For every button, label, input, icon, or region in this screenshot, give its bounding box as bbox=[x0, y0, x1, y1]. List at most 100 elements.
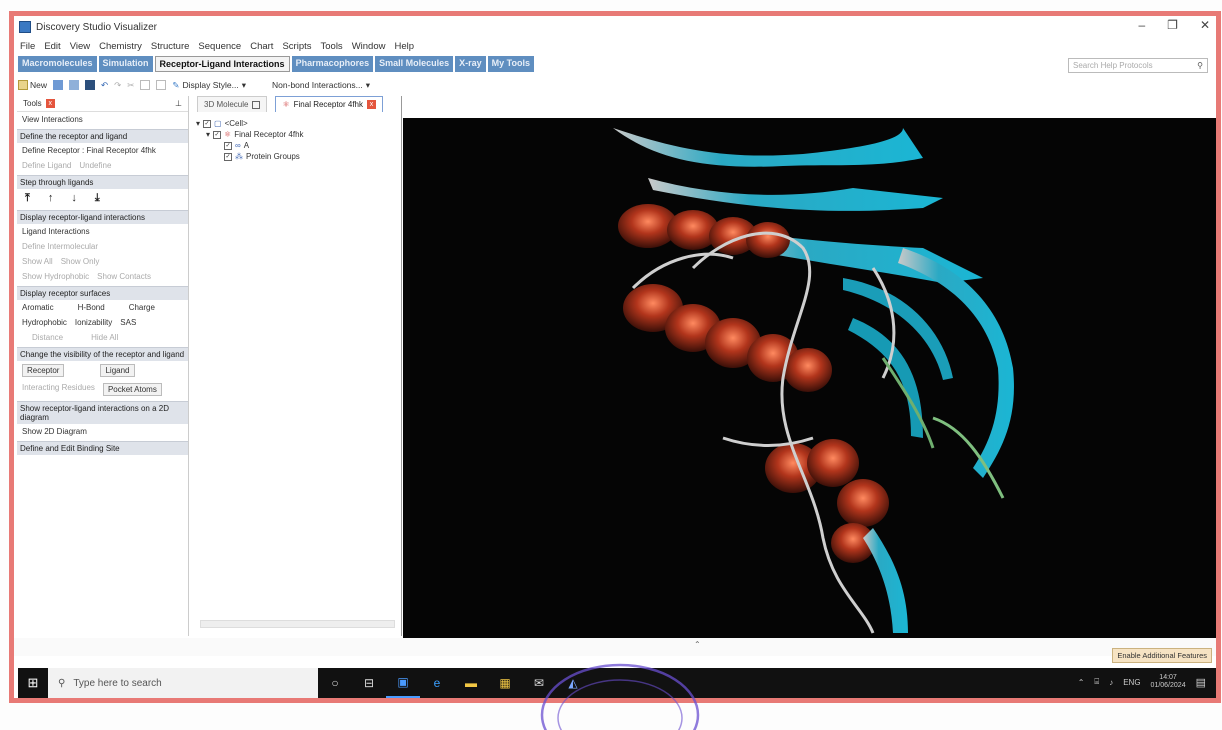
define-ligand-link[interactable]: Define Ligand bbox=[22, 161, 71, 170]
pin-icon[interactable]: ⊥ bbox=[175, 99, 182, 108]
close-icon[interactable]: x bbox=[367, 100, 377, 109]
tree-node-chain-a[interactable]: ✓ ∞ A bbox=[196, 140, 304, 151]
paste-icon[interactable] bbox=[156, 80, 167, 90]
surface-hbond[interactable]: H-Bond bbox=[78, 303, 105, 312]
define-intermolecular-link[interactable]: Define Intermolecular bbox=[17, 239, 188, 254]
show-only-link[interactable]: Show Only bbox=[61, 257, 100, 266]
copy-icon[interactable] bbox=[140, 80, 151, 90]
define-section-header[interactable]: Define the receptor and ligand bbox=[17, 129, 188, 143]
mail-icon[interactable]: ✉ bbox=[522, 668, 556, 698]
menu-window[interactable]: Window bbox=[352, 41, 386, 52]
cortana-icon[interactable]: ○ bbox=[318, 668, 352, 698]
menu-scripts[interactable]: Scripts bbox=[282, 41, 311, 52]
notifications-icon[interactable]: ▤ bbox=[1196, 676, 1206, 689]
define-binding-site-header[interactable]: Define and Edit Binding Site bbox=[17, 441, 188, 455]
tab-final-receptor[interactable]: ⚛ Final Receptor 4fhk x bbox=[275, 96, 384, 112]
visibility-checkbox[interactable]: ✓ bbox=[224, 141, 232, 150]
tree-node-receptor[interactable]: ▾ ✓ ⚛ Final Receptor 4fhk bbox=[196, 129, 304, 140]
surface-sas[interactable]: SAS bbox=[120, 318, 136, 327]
network-icon[interactable]: ⌸ bbox=[1094, 677, 1099, 687]
minimize-button[interactable]: – bbox=[1138, 18, 1145, 32]
surface-charge[interactable]: Charge bbox=[129, 303, 155, 312]
tab-receptor-ligand[interactable]: Receptor-Ligand Interactions bbox=[154, 56, 290, 72]
tab-xray[interactable]: X-ray bbox=[455, 56, 486, 72]
tree-node-cell[interactable]: ▾ ✓ ▢ <Cell> bbox=[196, 118, 304, 129]
open-icon[interactable] bbox=[53, 80, 64, 90]
step-section-header[interactable]: Step through ligands bbox=[17, 175, 188, 189]
visibility-checkbox[interactable]: ✓ bbox=[203, 119, 212, 128]
taskbar-search-input[interactable]: ⚲ Type here to search bbox=[48, 668, 318, 698]
surfaces-section-header[interactable]: Display receptor surfaces bbox=[17, 286, 188, 300]
task-view-icon[interactable]: ⊟ bbox=[352, 668, 386, 698]
close-button[interactable]: ✕ bbox=[1200, 18, 1210, 32]
language-indicator[interactable]: ENG bbox=[1123, 678, 1140, 687]
cut-icon[interactable]: ✂ bbox=[127, 80, 134, 91]
surface-ionizability[interactable]: Ionizability bbox=[75, 318, 112, 327]
next-ligand-icon[interactable]: ↓ bbox=[71, 192, 77, 205]
show-hydrophobic-link[interactable]: Show Hydrophobic bbox=[22, 272, 89, 281]
edge-browser-icon[interactable]: e bbox=[420, 668, 454, 698]
menu-structure[interactable]: Structure bbox=[151, 41, 190, 52]
menu-help[interactable]: Help bbox=[394, 41, 414, 52]
tree-node-protein-groups[interactable]: ✓ ⁂ Protein Groups bbox=[196, 151, 304, 162]
enable-additional-features-button[interactable]: Enable Additional Features bbox=[1112, 648, 1212, 663]
display-section-header[interactable]: Display receptor-ligand interactions bbox=[17, 210, 188, 224]
display-style-button[interactable]: ✎ Display Style... ▾ bbox=[172, 80, 246, 91]
save-icon[interactable] bbox=[85, 80, 96, 90]
ligand-button[interactable]: Ligand bbox=[100, 364, 135, 377]
menu-edit[interactable]: Edit bbox=[44, 41, 60, 52]
show2d-section-header[interactable]: Show receptor-ligand interactions on a 2… bbox=[17, 401, 188, 424]
surface-hydrophobic[interactable]: Hydrophobic bbox=[22, 318, 67, 327]
visibility-checkbox[interactable]: ✓ bbox=[224, 152, 232, 161]
tab-pharmacophores[interactable]: Pharmacophores bbox=[291, 56, 374, 72]
show-2d-diagram-link[interactable]: Show 2D Diagram bbox=[17, 424, 188, 439]
visibility-checkbox[interactable]: ✓ bbox=[213, 130, 222, 139]
discovery-studio-taskbar-icon[interactable]: ▣ bbox=[386, 668, 420, 698]
tab-3d-molecule[interactable]: 3D Molecule bbox=[197, 96, 268, 112]
surface-hide-all[interactable]: Hide All bbox=[91, 333, 118, 342]
undo-icon[interactable]: ↶ bbox=[101, 80, 108, 91]
file-explorer-icon[interactable]: ▬ bbox=[454, 668, 488, 698]
clock[interactable]: 14:07 01/06/2024 bbox=[1151, 674, 1186, 690]
first-ligand-icon[interactable]: ⤒ bbox=[25, 192, 30, 205]
redo-icon[interactable]: ↷ bbox=[114, 80, 121, 91]
menu-file[interactable]: File bbox=[20, 41, 35, 52]
nonbond-interactions-button[interactable]: Non-bond Interactions... ▾ bbox=[272, 80, 370, 91]
tray-chevron-icon[interactable]: ⌃ bbox=[1078, 678, 1085, 687]
visibility-section-header[interactable]: Change the visibility of the receptor an… bbox=[17, 347, 188, 361]
show-contacts-link[interactable]: Show Contacts bbox=[97, 272, 151, 281]
menu-tools[interactable]: Tools bbox=[321, 41, 343, 52]
expand-icon[interactable]: ▾ bbox=[196, 119, 200, 128]
tab-macromolecules[interactable]: Macromolecules bbox=[18, 56, 97, 72]
app-icon[interactable]: ◭ bbox=[556, 668, 590, 698]
new-button[interactable]: New bbox=[18, 80, 47, 90]
tab-my-tools[interactable]: My Tools bbox=[487, 56, 534, 72]
pocket-atoms-button[interactable]: Pocket Atoms bbox=[102, 383, 162, 396]
undefine-link[interactable]: Undefine bbox=[79, 161, 111, 170]
start-button[interactable]: ⊞ bbox=[18, 668, 48, 698]
volume-icon[interactable]: ♪ bbox=[1109, 678, 1113, 687]
receptor-button[interactable]: Receptor bbox=[22, 364, 65, 377]
define-receptor-link[interactable]: Define Receptor : Final Receptor 4fhk bbox=[17, 143, 188, 158]
close-icon[interactable]: x bbox=[45, 99, 55, 108]
menu-sequence[interactable]: Sequence bbox=[198, 41, 241, 52]
show-all-link[interactable]: Show All bbox=[22, 257, 53, 266]
previous-ligand-icon[interactable]: ↑ bbox=[48, 192, 54, 205]
open-recent-icon[interactable] bbox=[69, 80, 80, 90]
tab-small-molecules[interactable]: Small Molecules bbox=[375, 56, 454, 72]
ligand-interactions-link[interactable]: Ligand Interactions bbox=[17, 224, 188, 239]
menu-chemistry[interactable]: Chemistry bbox=[99, 41, 142, 52]
collapse-arrow-icon[interactable]: ⌃ bbox=[694, 640, 701, 649]
surface-distance[interactable]: Distance bbox=[32, 333, 63, 342]
3d-molecule-viewer[interactable] bbox=[403, 118, 1216, 638]
menu-chart[interactable]: Chart bbox=[250, 41, 273, 52]
tab-simulation[interactable]: Simulation bbox=[98, 56, 153, 72]
hierarchy-scrollbar[interactable] bbox=[200, 620, 395, 628]
maximize-button[interactable]: ❐ bbox=[1167, 18, 1178, 32]
store-icon[interactable]: ▦ bbox=[488, 668, 522, 698]
search-input[interactable]: Search Help Protocols ⚲ bbox=[1068, 58, 1208, 73]
menu-view[interactable]: View bbox=[70, 41, 90, 52]
interacting-residues-link[interactable]: Interacting Residues bbox=[22, 383, 95, 396]
expand-icon[interactable]: ▾ bbox=[206, 130, 210, 139]
surface-aromatic[interactable]: Aromatic bbox=[22, 303, 54, 312]
